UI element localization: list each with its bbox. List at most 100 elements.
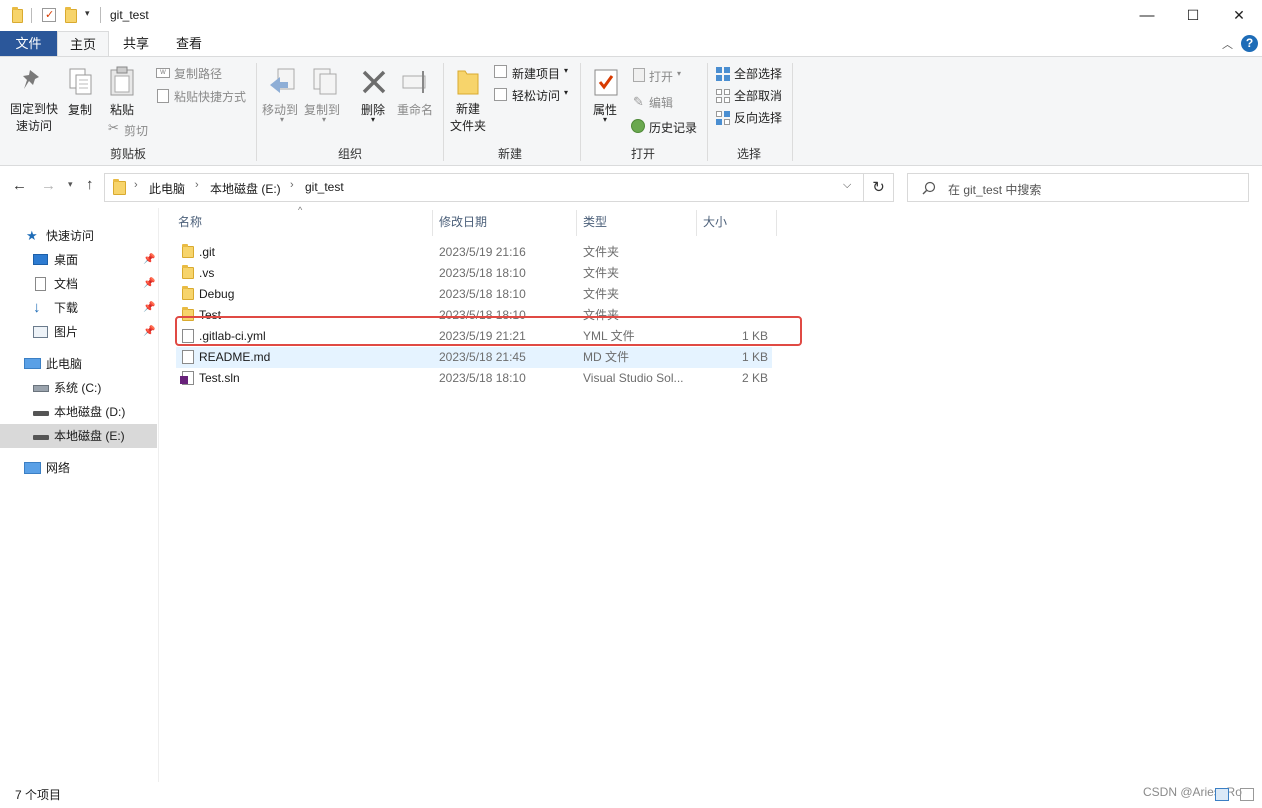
tab-file[interactable]: 文件: [0, 31, 57, 56]
minimize-button[interactable]: —: [1124, 0, 1170, 31]
history-button[interactable]: 历史记录: [649, 119, 697, 136]
forward-icon[interactable]: →: [41, 177, 56, 194]
search-box[interactable]: 在 git_test 中搜索: [907, 173, 1249, 202]
tab-share[interactable]: 共享: [112, 31, 160, 56]
nav-drive-c[interactable]: 系统 (C:): [0, 376, 157, 400]
file-size: 2 KB: [741, 371, 768, 385]
copy-path-button[interactable]: 复制路径: [174, 65, 222, 82]
refresh-icon: ↻: [872, 179, 885, 196]
search-icon: [922, 181, 936, 195]
nav-network[interactable]: 网络: [0, 456, 157, 480]
column-header-modified[interactable]: 修改日期: [439, 214, 487, 238]
close-button[interactable]: ✕: [1216, 0, 1262, 31]
nav-drive-d[interactable]: 本地磁盘 (D:): [0, 400, 157, 424]
maximize-button[interactable]: ☐: [1170, 0, 1216, 31]
new-folder-button[interactable]: 新建 文件夹: [450, 101, 486, 135]
chevron-right-icon[interactable]: ›: [134, 179, 138, 191]
edit-button[interactable]: 编辑: [649, 94, 673, 111]
address-row: ← → ▾ ↑ › 此电脑 › 本地磁盘 (E:) › git_test ⌵ ↻…: [0, 166, 1262, 208]
pin-icon[interactable]: 📌: [143, 296, 155, 320]
tab-home[interactable]: 主页: [57, 31, 109, 56]
pin-icon[interactable]: 📌: [143, 248, 155, 272]
new-folder-label-line2: 文件夹: [450, 119, 487, 133]
customize-quick-access-icon[interactable]: ▾: [85, 8, 90, 19]
chevron-down-icon[interactable]: ⌵: [843, 179, 851, 192]
chevron-right-icon[interactable]: ›: [195, 179, 199, 191]
paste-icon: [110, 66, 134, 96]
nav-label: 此电脑: [46, 357, 83, 371]
large-icons-view-icon[interactable]: [1240, 788, 1254, 801]
nav-item-documents[interactable]: 文档 📌: [0, 272, 157, 296]
desktop-icon: [33, 254, 48, 265]
file-icon: [182, 350, 194, 364]
computer-icon: [24, 358, 41, 369]
address-bar[interactable]: › 此电脑 › 本地磁盘 (E:) › git_test ⌵: [104, 173, 864, 202]
nav-item-pictures[interactable]: 图片 📌: [0, 320, 157, 344]
table-row[interactable]: Test.sln 2023/5/18 18:10 Visual Studio S…: [176, 368, 772, 389]
details-view-icon[interactable]: [1215, 788, 1229, 801]
column-separator[interactable]: [432, 210, 433, 236]
folder-icon: [182, 265, 194, 279]
nav-item-downloads[interactable]: ↓ 下载 📌: [0, 296, 157, 320]
copy-button[interactable]: 复制: [68, 101, 92, 118]
select-all-button[interactable]: 全部选择: [734, 65, 782, 82]
nav-drive-e[interactable]: 本地磁盘 (E:): [0, 424, 157, 448]
column-header-name[interactable]: 名称: [178, 214, 202, 238]
table-row[interactable]: README.md 2023/5/18 21:45 MD 文件 1 KB: [176, 347, 772, 368]
collapse-ribbon-icon[interactable]: ︿: [1222, 36, 1233, 52]
easy-access-button[interactable]: 轻松访问: [512, 87, 560, 104]
nav-label: 本地磁盘 (D:): [54, 405, 126, 419]
easy-access-dropdown-icon[interactable]: ▾: [564, 88, 568, 97]
status-bar: 7 个项目 CSDN @Aries_Ro: [0, 782, 1262, 808]
nav-item-desktop[interactable]: 桌面 📌: [0, 248, 157, 272]
select-none-button[interactable]: 全部取消: [734, 87, 782, 104]
breadcrumb-git-test[interactable]: git_test: [305, 180, 344, 194]
properties-icon[interactable]: ✓: [42, 8, 56, 22]
move-to-dropdown-icon[interactable]: ▾: [280, 115, 284, 124]
folder-icon: [182, 286, 194, 300]
breadcrumb-drive-e[interactable]: 本地磁盘 (E:): [210, 180, 281, 197]
pin-icon: [23, 70, 39, 89]
tab-view[interactable]: 查看: [165, 31, 213, 56]
group-separator: [443, 63, 444, 161]
invert-selection-button[interactable]: 反向选择: [734, 109, 782, 126]
rename-button[interactable]: 重命名: [397, 101, 433, 118]
paste-shortcut-button[interactable]: 粘贴快捷方式: [174, 88, 246, 105]
folder-icon: [113, 179, 126, 195]
chevron-right-icon[interactable]: ›: [290, 179, 294, 191]
nav-label: 系统 (C:): [54, 381, 102, 395]
refresh-button[interactable]: ↻: [864, 173, 894, 202]
nav-quick-access[interactable]: ★ 快速访问: [0, 224, 157, 248]
recent-locations-icon[interactable]: ▾: [68, 179, 73, 190]
new-folder-icon[interactable]: [65, 7, 77, 23]
column-separator[interactable]: [696, 210, 697, 236]
pin-icon[interactable]: 📌: [143, 320, 155, 344]
breadcrumb-this-pc[interactable]: 此电脑: [149, 180, 185, 197]
new-item-button[interactable]: 新建项目: [512, 65, 560, 82]
table-row[interactable]: .vs 2023/5/18 18:10 文件夹: [176, 263, 772, 284]
file-modified: 2023/5/18 18:10: [439, 266, 526, 280]
nav-this-pc[interactable]: 此电脑: [0, 352, 157, 376]
scissors-icon: ✂: [108, 120, 119, 135]
copy-to-dropdown-icon[interactable]: ▾: [322, 115, 326, 124]
open-button[interactable]: 打开: [649, 68, 673, 85]
help-icon[interactable]: ?: [1241, 35, 1258, 52]
up-icon[interactable]: ↑: [86, 176, 94, 193]
pin-icon[interactable]: 📌: [143, 272, 155, 296]
open-dropdown-icon[interactable]: ▾: [677, 69, 681, 78]
column-header-type[interactable]: 类型: [583, 214, 607, 238]
table-row[interactable]: Debug 2023/5/18 18:10 文件夹: [176, 284, 772, 305]
paste-button[interactable]: 粘贴: [110, 101, 134, 118]
file-modified: 2023/5/18 18:10: [439, 371, 526, 385]
column-header-size[interactable]: 大小: [703, 214, 727, 238]
column-separator[interactable]: [776, 210, 777, 236]
delete-dropdown-icon[interactable]: ▾: [371, 115, 375, 124]
cut-button[interactable]: 剪切: [124, 122, 148, 139]
pin-to-quick-access-button[interactable]: 固定到快 速访问: [8, 101, 60, 135]
back-icon[interactable]: ←: [12, 177, 27, 194]
table-row[interactable]: .git 2023/5/19 21:16 文件夹: [176, 242, 772, 263]
column-separator[interactable]: [576, 210, 577, 236]
properties-dropdown-icon[interactable]: ▾: [603, 115, 607, 124]
new-item-dropdown-icon[interactable]: ▾: [564, 66, 568, 75]
separator: [100, 7, 101, 23]
